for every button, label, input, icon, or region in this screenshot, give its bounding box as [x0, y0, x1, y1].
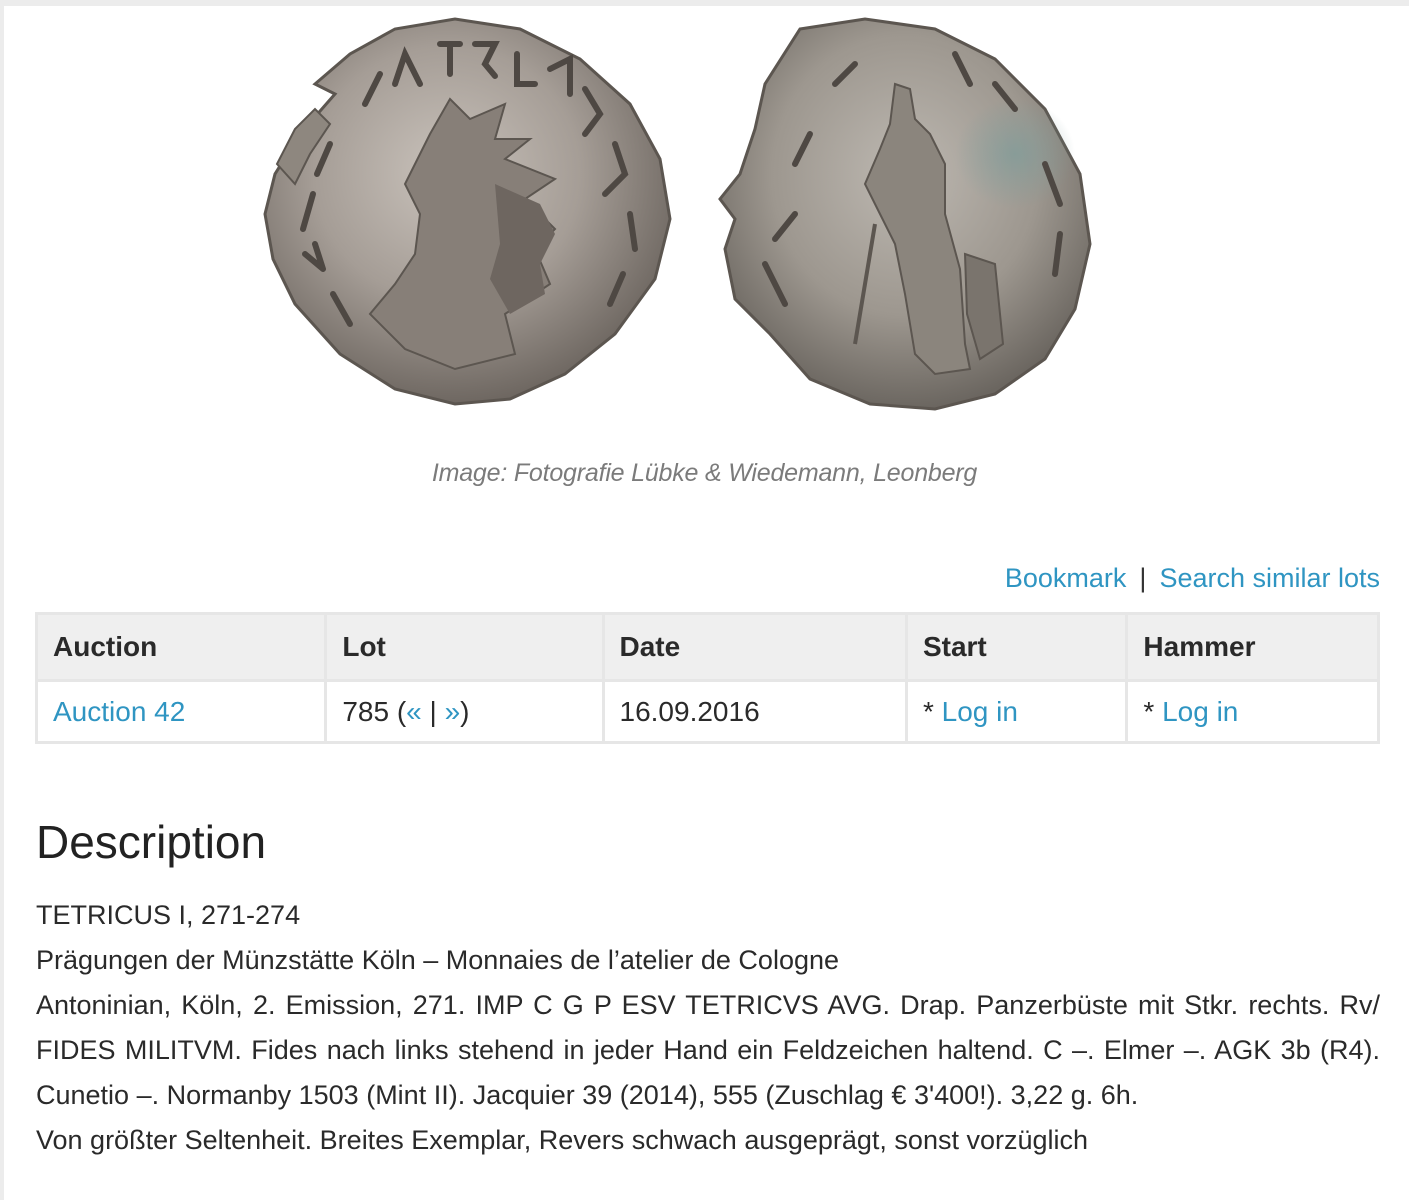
table-header-row: Auction Lot Date Start Hammer — [34, 612, 1380, 682]
cell-hammer: * Log in — [1125, 679, 1380, 744]
lot-paren-open: ( — [396, 695, 407, 727]
search-similar-lots-link[interactable]: Search similar lots — [1159, 563, 1380, 593]
description-body: TETRICUS I, 271-274 Prägungen der Münzst… — [36, 893, 1380, 1163]
next-lot-link[interactable]: » — [445, 696, 461, 727]
previous-lot-link[interactable]: « — [406, 696, 422, 727]
header-lot: Lot — [324, 612, 605, 682]
coin-reverse — [718, 17, 1092, 411]
cell-date: 16.09.2016 — [601, 679, 908, 744]
action-separator: | — [1139, 563, 1147, 593]
description-grade: Von größter Seltenheit. Breites Exemplar… — [36, 1125, 1089, 1155]
description-section: Prägungen der Münzstätte Köln – Monnaies… — [36, 945, 840, 975]
description-heading: Description — [36, 816, 267, 868]
description-ruler: TETRICUS I, 271-274 — [36, 900, 301, 930]
header-hammer: Hammer — [1125, 612, 1380, 682]
auction-link[interactable]: Auction 42 — [53, 696, 185, 727]
bookmark-link[interactable]: Bookmark — [1005, 563, 1127, 593]
hammer-login-link[interactable]: Log in — [1162, 696, 1238, 727]
lot-paren-close: ) — [460, 695, 470, 727]
coin-obverse — [263, 17, 672, 406]
cell-lot: 785 (« | ») — [324, 679, 605, 744]
hammer-asterisk: * — [1143, 695, 1163, 727]
cell-start: * Log in — [904, 679, 1129, 744]
cell-auction: Auction 42 — [34, 679, 328, 744]
header-date: Date — [601, 612, 908, 682]
coin-image[interactable] — [255, 14, 1155, 414]
lot-nav-separator: | — [429, 695, 437, 727]
header-auction: Auction — [34, 612, 328, 682]
image-caption: Image: Fotografie Lübke & Wiedemann, Leo… — [431, 459, 978, 487]
lot-actions: Bookmark | Search similar lots — [1005, 563, 1380, 594]
start-login-link[interactable]: Log in — [942, 696, 1018, 727]
table-row: Auction 42 785 (« | ») 16.09.2016 * Log … — [34, 679, 1380, 744]
header-start: Start — [904, 612, 1129, 682]
lot-table: Auction Lot Date Start Hammer Auction 42… — [34, 612, 1380, 744]
lot-number: 785 — [342, 695, 390, 727]
start-asterisk: * — [922, 695, 942, 727]
description-text: Antoninian, Köln, 2. Emission, 271. IMP … — [36, 990, 1380, 1110]
